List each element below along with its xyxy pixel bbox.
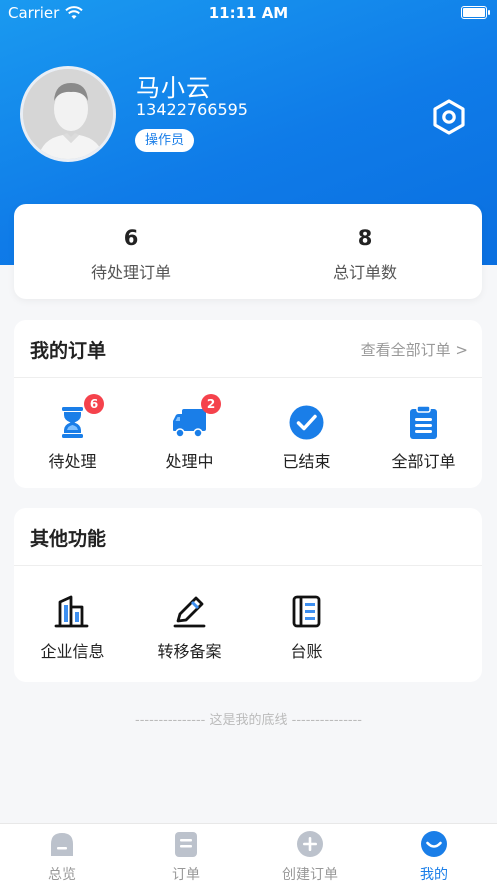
plus-circle-icon bbox=[297, 831, 323, 857]
ledger-book-icon bbox=[292, 595, 321, 628]
pending-orders-label: 待处理订单 bbox=[90, 263, 171, 282]
role-badge: 操作员 bbox=[135, 129, 195, 152]
clipboard-icon bbox=[410, 405, 437, 439]
order-doc-icon bbox=[175, 832, 197, 857]
finished-label: 已结束 bbox=[282, 452, 331, 471]
order-status-pending[interactable]: 6 待处理 bbox=[14, 378, 131, 488]
tab-mine-label: 我的 bbox=[420, 867, 448, 883]
profile-phone: 13422766595 bbox=[136, 100, 248, 119]
my-orders-card: 我的订单 查看全部订单 > 6 待处理 2 处理中 已结束 全部订单 bbox=[14, 320, 482, 488]
ledger-item[interactable]: 台账 bbox=[248, 566, 365, 682]
tab-orders-label: 订单 bbox=[172, 867, 200, 883]
clock: 11:11 AM bbox=[208, 4, 289, 22]
status-bar: Carrier 11:11 AM bbox=[0, 0, 497, 26]
all-orders-label: 全部订单 bbox=[391, 452, 456, 471]
tab-bar: 总览 订单 创建订单 我的 bbox=[0, 823, 497, 883]
tab-create-order[interactable]: 创建订单 bbox=[248, 824, 372, 883]
tab-overview[interactable]: 总览 bbox=[0, 824, 124, 883]
profile-name: 马小云 bbox=[136, 74, 211, 102]
company-info-item[interactable]: 企业信息 bbox=[14, 566, 131, 682]
order-status-all[interactable]: 全部订单 bbox=[365, 378, 482, 488]
settings-hexagon-icon bbox=[433, 99, 465, 135]
view-all-orders-link[interactable]: 查看全部订单 > bbox=[361, 339, 468, 360]
order-status-processing[interactable]: 2 处理中 bbox=[131, 378, 248, 488]
edit-pen-icon bbox=[173, 596, 206, 628]
tab-orders[interactable]: 订单 bbox=[124, 824, 248, 883]
processing-badge: 2 bbox=[201, 394, 221, 414]
building-icon bbox=[54, 595, 89, 628]
pending-orders-stat[interactable]: 6 待处理订单 bbox=[14, 204, 248, 299]
processing-label: 处理中 bbox=[165, 452, 214, 471]
total-orders-count: 8 bbox=[357, 226, 373, 250]
tab-create-order-label: 创建订单 bbox=[282, 867, 338, 883]
tab-overview-label: 总览 bbox=[48, 867, 76, 883]
other-functions-title: 其他功能 bbox=[30, 528, 107, 550]
my-orders-title: 我的订单 bbox=[30, 340, 107, 362]
tab-mine[interactable]: 我的 bbox=[372, 824, 496, 883]
ledger-label: 台账 bbox=[290, 642, 323, 661]
smile-user-icon bbox=[421, 831, 447, 857]
check-circle-icon bbox=[289, 405, 324, 440]
battery-icon bbox=[461, 6, 490, 19]
pending-label: 待处理 bbox=[48, 452, 97, 471]
other-functions-card: 其他功能 企业信息 转移备案 台账 bbox=[14, 508, 482, 682]
pending-orders-count: 6 bbox=[123, 226, 139, 250]
total-orders-label: 总订单数 bbox=[332, 263, 397, 282]
settings-button[interactable] bbox=[430, 98, 468, 136]
bottom-line-text: --------------- 这是我的底线 --------------- bbox=[135, 713, 362, 728]
total-orders-stat[interactable]: 8 总订单数 bbox=[248, 204, 482, 299]
transfer-filing-item[interactable]: 转移备案 bbox=[131, 566, 248, 682]
avatar[interactable] bbox=[20, 66, 116, 162]
stats-card: 6 待处理订单 8 总订单数 bbox=[14, 204, 482, 299]
pending-badge: 6 bbox=[84, 394, 104, 414]
order-status-finished[interactable]: 已结束 bbox=[248, 378, 365, 488]
overview-icon bbox=[51, 833, 73, 856]
company-info-label: 企业信息 bbox=[40, 642, 105, 661]
transfer-filing-label: 转移备案 bbox=[157, 642, 222, 661]
